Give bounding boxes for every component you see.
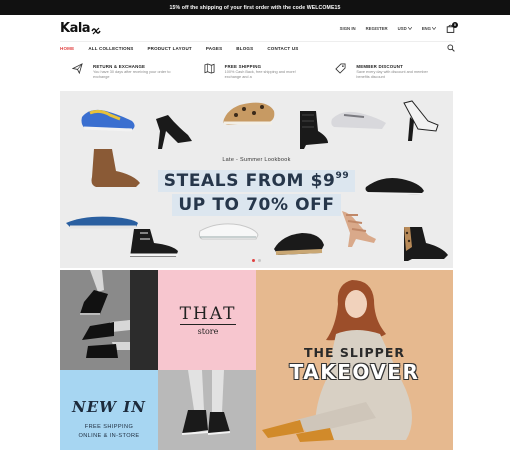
slider-dot[interactable] [258, 259, 261, 262]
high-top-sneaker-image [130, 229, 178, 257]
feature-desc: Save every day with discount and member … [356, 70, 428, 79]
announcement-bar: 15% off the shipping of your first order… [0, 0, 510, 15]
new-in-title: NEW IN [72, 398, 146, 416]
hero-headline-2: UP TO 70% OFF [60, 194, 453, 216]
new-in-line-1: FREE SHIPPING [84, 424, 134, 430]
header-utilities: SIGN IN REGISTER USD ENG 0 [340, 21, 458, 33]
features-row: RETURN & EXCHANGE You have 30 days after… [60, 58, 455, 88]
slipper-line-2: TAKEOVER [289, 360, 420, 384]
brand-logo[interactable]: Kala [60, 21, 101, 36]
nav-item-home[interactable]: HOME [60, 46, 74, 51]
feature-title: RETURN & EXCHANGE [93, 64, 146, 69]
slipper-line-1: THE SLIPPER [304, 345, 405, 360]
promo-legs-sneakers[interactable] [158, 370, 256, 450]
nav-item-all-collections[interactable]: ALL COLLECTIONS [88, 46, 133, 51]
heel-image [156, 115, 192, 149]
nav-item-product-layout[interactable]: PRODUCT LAYOUT [147, 46, 191, 51]
site-header: Kala SIGN IN REGISTER USD ENG 0 [60, 15, 458, 41]
leopard-bootie-image [404, 227, 448, 261]
language-select[interactable]: ENG [422, 26, 436, 31]
silver-sneaker-image [331, 111, 386, 129]
feature-desc: You have 30 days after receiving your or… [93, 70, 171, 79]
feature-desc: 100% Cash Back, free shipping and more! … [224, 70, 296, 79]
sign-in-link[interactable]: SIGN IN [340, 26, 356, 31]
mule-heel-image [403, 100, 439, 141]
slider-dot-active[interactable] [252, 259, 255, 262]
that-subtitle: store [197, 327, 219, 336]
hero-headline-1: STEALS FROM $999 [60, 170, 453, 192]
logo-text: Kala [60, 20, 91, 36]
paper-plane-icon [72, 63, 83, 74]
cart-button[interactable]: 0 [446, 21, 458, 33]
white-sneaker-image [198, 223, 259, 240]
cart-count-badge: 0 [452, 21, 458, 28]
new-in-line-2: ONLINE & IN-STORE [78, 433, 140, 439]
feature-title: MEMBER DISCOUNT [356, 64, 404, 69]
hero-slider[interactable]: Late - Summer Lookbook STEALS FROM $999 … [60, 91, 453, 268]
main-nav: HOME ALL COLLECTIONS PRODUCT LAYOUT PAGE… [60, 42, 455, 54]
currency-select[interactable]: USD [398, 26, 412, 31]
feature-title: FREE SHIPPING [224, 64, 262, 69]
tag-icon [335, 63, 346, 74]
promo-new-in[interactable]: NEW IN FREE SHIPPING ONLINE & IN-STORE [60, 370, 158, 450]
hero-headline-cents: 99 [335, 171, 350, 181]
promo-slipper-takeover[interactable]: THE SLIPPER TAKEOVER [256, 270, 453, 450]
feature-return-exchange: RETURN & EXCHANGE You have 30 days after… [60, 58, 192, 88]
feature-free-shipping: FREE SHIPPING 100% Cash Back, free shipp… [192, 58, 324, 88]
search-button[interactable] [447, 44, 455, 52]
logo-mark-icon [91, 24, 101, 35]
search-icon [447, 44, 455, 52]
announcement-text: 15% off the shipping of your first order… [169, 4, 341, 11]
language-label: ENG [421, 25, 431, 31]
sneaker-image [81, 109, 135, 132]
currency-label: USD [397, 25, 407, 31]
map-icon [204, 63, 215, 74]
loafer-image [223, 102, 275, 125]
divider [180, 324, 236, 325]
that-store-label: THAT store [178, 305, 238, 336]
hero-eyebrow: Late - Summer Lookbook [222, 157, 291, 163]
espadrille-image [274, 233, 324, 255]
nav-item-contact-us[interactable]: CONTACT US [267, 46, 298, 51]
chevron-down-icon [432, 26, 436, 30]
nav-item-pages[interactable]: PAGES [206, 46, 222, 51]
hero-headline-text: STEALS FROM $9 [163, 171, 336, 191]
register-link[interactable]: REGISTER [366, 26, 388, 31]
chevron-down-icon [407, 26, 412, 30]
hero-headline-price: STEALS FROM $999 [157, 170, 356, 192]
hero-headline-discount: UP TO 70% OFF [172, 194, 341, 216]
feature-member-discount: MEMBER DISCOUNT Save every day with disc… [323, 58, 455, 88]
nav-item-blogs[interactable]: BLOGS [236, 46, 253, 51]
ankle-boot-image [300, 111, 328, 149]
promo-that-store[interactable]: THAT store [158, 270, 256, 370]
promo-boots-legs[interactable] [60, 270, 158, 370]
legs-in-sneakers-image [181, 370, 231, 435]
that-title: THAT [179, 304, 237, 324]
legs-in-boots-image [80, 270, 158, 370]
